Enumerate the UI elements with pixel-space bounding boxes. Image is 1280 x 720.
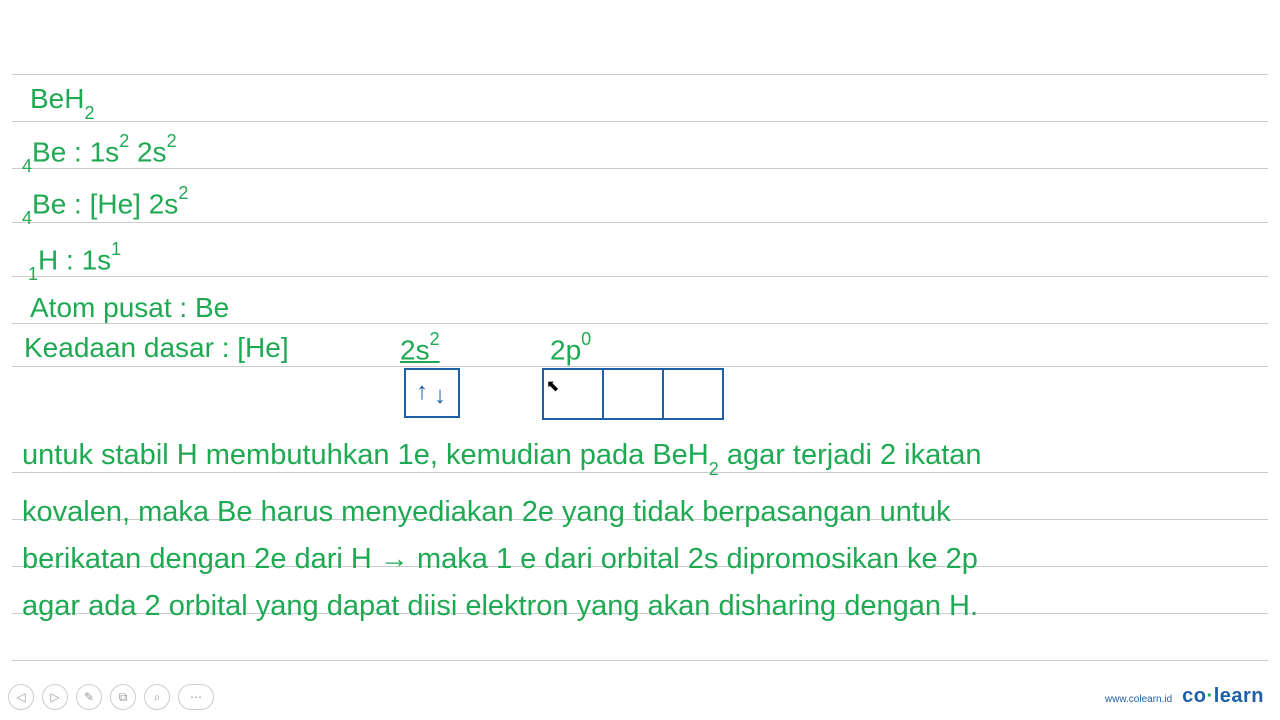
orbital-label-2p: 2p0 — [550, 334, 591, 364]
pen-icon: ✎ — [84, 690, 94, 704]
orbital-box-2p — [542, 368, 724, 420]
note-line-1: untuk stabil H membutuhkan 1e, kemudian … — [22, 432, 1250, 489]
next-button[interactable]: ▷ — [42, 684, 68, 710]
orbital-text: 2p — [550, 334, 581, 365]
orbital-text: 2s — [400, 334, 430, 365]
spin-down-icon: ↓ — [434, 382, 446, 410]
atomic-number: 1 — [28, 264, 38, 284]
note-line-4: agar ada 2 orbital yang dapat diisi elek… — [22, 583, 1250, 630]
config-sup: 2 — [119, 131, 129, 151]
config-text: H : 1s — [38, 244, 111, 275]
atomic-number: 4 — [22, 208, 32, 228]
note-line-2: kovalen, maka Be harus menyediakan 2e ya… — [22, 489, 1250, 536]
line-central-atom: Atom pusat : Be — [30, 294, 229, 322]
orbital-box-2s: ↑ ↓ — [404, 368, 460, 418]
line-be-config-noble: 4Be : [He] 2s2 — [22, 188, 188, 223]
copy-icon: ⧉ — [119, 690, 128, 705]
footer-url: www.colearn.id — [1105, 694, 1172, 705]
compound-text: BeH — [30, 83, 84, 114]
next-icon: ▷ — [50, 690, 59, 704]
footer: www.colearn.id co·learn — [1105, 685, 1264, 708]
line-h-config: 1H : 1s1 — [28, 244, 121, 279]
config-sup2: 2 — [167, 131, 177, 151]
cursor-icon: ⬉ — [546, 376, 559, 396]
config-sup: 2 — [178, 183, 188, 203]
logo-pre: co — [1182, 685, 1206, 707]
config-text2: 2s — [129, 136, 166, 167]
note-sub: 2 — [709, 459, 719, 479]
pen-button[interactable]: ✎ — [76, 684, 102, 710]
orbital-label-2s: 2s2 — [400, 334, 440, 364]
note-text: untuk stabil H membutuhkan 1e, kemudian … — [22, 439, 709, 471]
zoom-icon: ⌕ — [154, 690, 161, 705]
notebook-area: BeH2 4Be : 1s2 2s2 4Be : [He] 2s2 1H : 1… — [0, 0, 1280, 60]
explanation-text: untuk stabil H membutuhkan 1e, kemudian … — [22, 432, 1250, 630]
more-button[interactable]: ⋯ — [178, 684, 214, 710]
orbital-sup: 2 — [430, 329, 440, 349]
note-line-3: berikatan dengan 2e dari H → maka 1 e da… — [22, 536, 1250, 583]
config-sup: 1 — [111, 239, 121, 259]
toolbar: ◁ ▷ ✎ ⧉ ⌕ ⋯ — [8, 684, 214, 710]
atomic-number: 4 — [22, 156, 32, 176]
footer-logo: co·learn — [1182, 685, 1264, 708]
more-icon: ⋯ — [190, 690, 202, 704]
orbital-cell — [602, 368, 664, 420]
orbital-sup: 0 — [581, 329, 591, 349]
prev-button[interactable]: ◁ — [8, 684, 34, 710]
ground-state-label: Keadaan dasar : [He] — [24, 332, 289, 363]
central-atom-text: Atom pusat : Be — [30, 292, 229, 323]
line-compound: BeH2 — [30, 85, 94, 118]
copy-button[interactable]: ⧉ — [110, 684, 136, 710]
prev-icon: ◁ — [16, 690, 25, 704]
config-text: Be : [He] 2s — [32, 188, 178, 219]
spin-up-icon: ↑ — [416, 378, 428, 406]
orbital-cell — [662, 368, 724, 420]
logo-post: learn — [1214, 685, 1264, 707]
line-ground-state: Keadaan dasar : [He] — [24, 334, 289, 362]
zoom-button[interactable]: ⌕ — [144, 684, 170, 710]
logo-dot: · — [1207, 685, 1214, 707]
config-text: Be : 1s — [32, 136, 119, 167]
note-text: agar terjadi 2 ikatan — [719, 439, 982, 471]
line-be-config-full: 4Be : 1s2 2s2 — [22, 136, 177, 171]
compound-sub: 2 — [84, 103, 94, 123]
